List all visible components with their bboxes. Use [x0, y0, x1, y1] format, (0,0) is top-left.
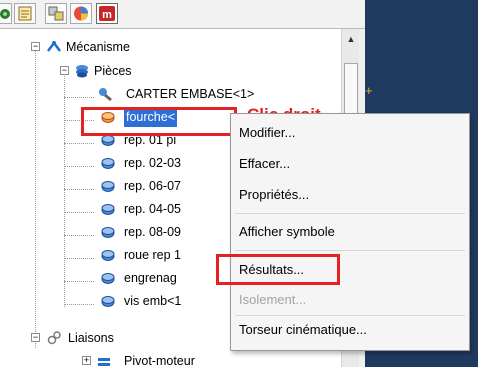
tree-node-mecanisme[interactable]: − Mécanisme — [0, 37, 340, 57]
tree-item-label: Pivot-moteur — [124, 354, 195, 367]
tree-item-label: rep. 02-03 — [124, 156, 181, 170]
selection-highlight-box — [81, 107, 237, 136]
collapse-icon[interactable]: − — [60, 66, 69, 75]
fixed-part-icon — [97, 86, 113, 102]
tree-node-label: Liaisons — [68, 331, 114, 345]
menu-separator — [235, 250, 465, 251]
part-icon — [100, 293, 116, 309]
tree-node-label: Pièces — [94, 64, 132, 78]
part-icon — [100, 224, 116, 240]
tree-item-carter-embase[interactable]: CARTER EMBASE<1> — [0, 84, 340, 104]
menu-item-isolement: Isolement... — [239, 292, 307, 307]
tree-node-pieces[interactable]: − Pièces — [0, 61, 340, 81]
joints-folder-icon — [46, 330, 62, 346]
menu-item-modifier[interactable]: Modifier... — [239, 123, 295, 143]
tree-item-label: engrenag — [124, 271, 177, 285]
svg-text:m: m — [102, 9, 112, 21]
tree-item-label: vis emb<1 — [124, 294, 182, 308]
tree-item-pivot-moteur[interactable]: + Pivot-moteur — [0, 351, 340, 367]
expand-icon[interactable]: + — [82, 356, 91, 365]
tree-node-label: Mécanisme — [66, 40, 130, 54]
tree-item-label: CARTER EMBASE<1> — [126, 87, 255, 101]
parts-folder-icon — [74, 63, 90, 79]
tree-toolbar: m — [0, 0, 365, 29]
mechanism-icon[interactable]: m — [96, 3, 118, 24]
tree-item-label: rep. 08-09 — [124, 225, 181, 239]
part-icon — [100, 270, 116, 286]
config-icon[interactable] — [45, 3, 67, 24]
scroll-up-icon[interactable]: ▲ — [345, 33, 357, 45]
tree-item-label: rep. 04-05 — [124, 202, 181, 216]
origin-marker: + — [365, 83, 373, 98]
menu-separator — [235, 315, 465, 316]
part-icon — [100, 155, 116, 171]
collapse-icon[interactable]: − — [31, 333, 40, 342]
collapse-icon[interactable]: − — [31, 42, 40, 51]
menu-item-torseur-cinematique[interactable]: Torseur cinématique... — [239, 320, 367, 340]
resultats-highlight-box — [216, 254, 340, 285]
display-icon[interactable] — [70, 3, 92, 24]
pivot-joint-icon — [96, 353, 112, 367]
tree-item-label: roue rep 1 — [124, 248, 181, 262]
tree-item-label: rep. 06-07 — [124, 179, 181, 193]
menu-item-proprietes[interactable]: Propriétés... — [239, 185, 309, 205]
menu-item-afficher-symbole[interactable]: Afficher symbole — [239, 222, 335, 242]
properties-icon[interactable] — [14, 3, 36, 24]
part-icon — [100, 247, 116, 263]
part-icon — [100, 201, 116, 217]
menu-separator — [235, 213, 465, 214]
menu-item-effacer[interactable]: Effacer... — [239, 154, 290, 174]
part-icon — [100, 178, 116, 194]
tree-view-icon[interactable] — [0, 3, 12, 24]
mechanism-node-icon — [46, 39, 62, 55]
context-menu: Modifier... Effacer... Propriétés... Aff… — [230, 113, 470, 351]
